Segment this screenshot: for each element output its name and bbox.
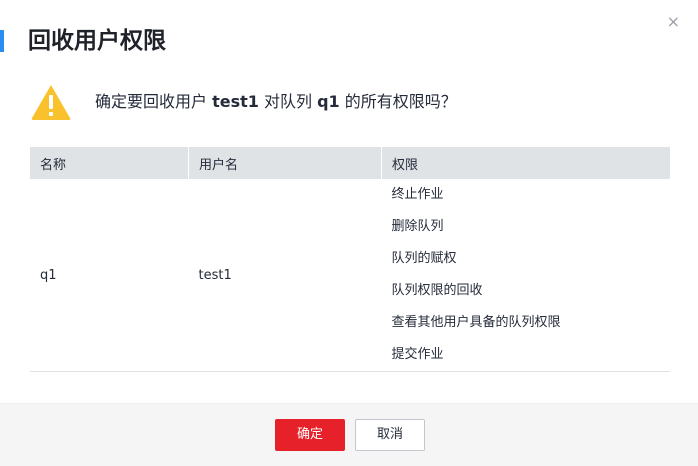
permission-table: 名称 用户名 权限 q1 test1 终止作业 删除队列 队列的赋权 队列权限的… — [30, 147, 670, 372]
permission-item: 终止作业 — [391, 187, 444, 202]
permission-list: 终止作业 删除队列 队列的赋权 队列权限的回收 查看其他用户具备的队列权限 提交… — [392, 179, 661, 371]
question-user: test1 — [212, 92, 259, 111]
cell-username: test1 — [188, 179, 382, 372]
table-header-row: 名称 用户名 权限 — [30, 147, 670, 179]
close-icon[interactable]: × — [667, 12, 680, 32]
permission-item: 删除队列 — [391, 219, 444, 234]
cell-permissions: 终止作业 删除队列 队列的赋权 队列权限的回收 查看其他用户具备的队列权限 提交… — [381, 179, 670, 372]
permission-item: 提交作业 — [391, 347, 444, 362]
revoke-permission-dialog: 回收用户权限 × 确定要回收用户 test1 对队列 q1 的所有权限吗？ 名称… — [0, 0, 698, 466]
dialog-footer: 确定 取消 — [0, 403, 698, 466]
question-queue: q1 — [317, 92, 340, 111]
permission-item: 队列的赋权 — [391, 251, 457, 266]
cell-queue-name: q1 — [30, 179, 189, 372]
column-header-permissions: 权限 — [381, 147, 670, 179]
permission-item: 队列权限的回收 — [391, 283, 483, 298]
question-prefix: 确定要回收用户 — [95, 92, 213, 111]
cancel-button[interactable]: 取消 — [355, 419, 425, 451]
question-suffix: 的所有权限吗？ — [339, 92, 457, 111]
dialog-title: 回收用户权限 — [28, 28, 166, 54]
column-header-username: 用户名 — [188, 147, 382, 179]
table-row: q1 test1 终止作业 删除队列 队列的赋权 队列权限的回收 查看其他用户具… — [30, 179, 670, 372]
permission-item: 查看其他用户具备的队列权限 — [391, 315, 561, 330]
title-accent-bar — [0, 30, 4, 52]
column-header-name: 名称 — [30, 147, 189, 179]
question-mid: 对队列 — [258, 92, 318, 111]
confirm-button[interactable]: 确定 — [275, 419, 345, 451]
confirm-question: 确定要回收用户 test1 对队列 q1 的所有权限吗？ — [95, 89, 457, 115]
warning-triangle-icon — [31, 85, 71, 120]
